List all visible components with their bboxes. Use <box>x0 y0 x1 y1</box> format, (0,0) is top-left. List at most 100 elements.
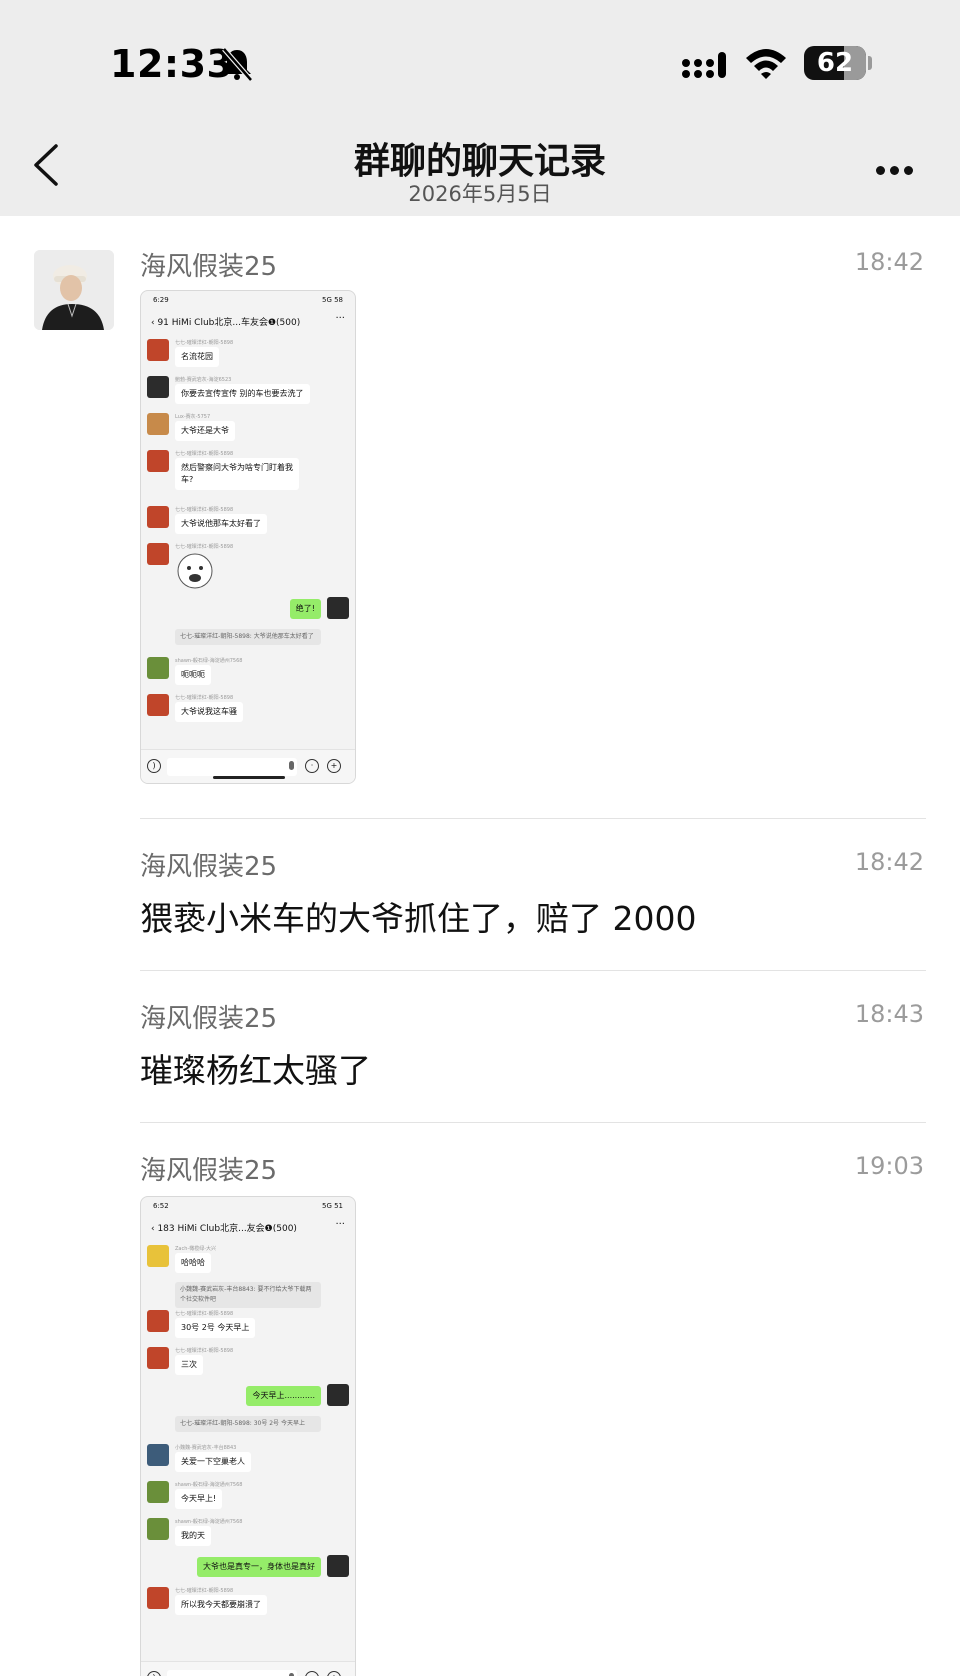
thumb-self-avatar <box>327 1555 349 1577</box>
thumb-status-bar: 6:29 5G 58 <box>141 291 355 309</box>
thumb-member-name: 七七-璀璨洋红-朝阳-5898 <box>175 340 234 346</box>
battery-tip <box>868 56 872 70</box>
thumb-member-avatar <box>147 1444 169 1466</box>
thumb-plus-icon: + <box>327 759 341 773</box>
thumb-message-bubble: 我的天 <box>175 1526 211 1546</box>
thumb-message-bubble: 大爷说我这车骚 <box>175 702 243 722</box>
message-time: 18:42 <box>854 848 924 876</box>
thumb-more-icon: ··· <box>335 313 345 324</box>
thumb-self-avatar <box>327 1384 349 1406</box>
thumb-chat-header: ‹ 183 HiMi Club北京...友会❶(500) ··· <box>141 1215 355 1241</box>
message-time: 18:42 <box>854 248 924 276</box>
thumb-chat-title: HiMi Club北京...车友会❶(500) <box>171 318 301 328</box>
thumb-member-avatar <box>147 1518 169 1540</box>
cellular-signal-icon <box>682 52 726 78</box>
thumb-member-name: 鲍勃-赛武岩灰-海淀6523 <box>175 377 232 383</box>
thumb-message-bubble: 名流花园 <box>175 347 219 367</box>
thumb-quote: 小魏魏-赛武岩灰-丰台8843: 要不行给大爷下载两个社交软件吧 <box>175 1282 321 1308</box>
thumb-input-field <box>167 758 297 776</box>
thumb-message-bubble: 关爱一下空巢老人 <box>175 1452 251 1472</box>
thumb-message-bubble: 今天早上! <box>175 1489 223 1509</box>
thumb-member-avatar <box>147 506 169 528</box>
thumb-member-avatar <box>147 694 169 716</box>
thumb-member-name: 七七-璀璨洋红-朝阳-5898 <box>175 695 234 701</box>
thumb-message-bubble: 大爷说他那车太好看了 <box>175 514 267 534</box>
thumb-member-name: 七七-璀璨洋红-朝阳-5898 <box>175 1348 234 1354</box>
thumb-member-name: 七七-璀璨洋红-朝阳-5898 <box>175 1588 234 1594</box>
message-divider <box>140 970 926 971</box>
thumb-voice-icon: ) <box>147 1671 161 1676</box>
thumb-member-name: shawn-毅石绿-海淀通州7568 <box>175 658 243 664</box>
thumb-quote: 七七-璀璨洋红-朝阳-5898: 大爷说他那车太好看了 <box>175 629 321 645</box>
thumb-chat-title: HiMi Club北京...友会❶(500) <box>177 1224 297 1234</box>
thumb-member-name: 七七-璀璨洋红-朝阳-5898 <box>175 451 234 457</box>
wifi-icon <box>746 49 786 79</box>
sender-name: 海风假装25 <box>140 1004 278 1034</box>
thumb-member-avatar <box>147 450 169 472</box>
thumb-plus-icon: + <box>327 1671 341 1676</box>
thumb-member-avatar <box>147 413 169 435</box>
thumb-message-bubble: 你要去宣传宣传 别的车也要去洗了 <box>175 384 310 404</box>
thumb-member-avatar <box>147 1310 169 1332</box>
thumb-status-right: 5G 51 <box>321 1202 343 1210</box>
thumb-message-bubble: 哈哈哈 <box>175 1253 211 1273</box>
thumb-message-bubble: 30号 2号 今天早上 <box>175 1318 256 1338</box>
thumb-message-bubble: 三次 <box>175 1355 203 1375</box>
thumb-message-bubble: 所以我今天都要崩溃了 <box>175 1595 267 1615</box>
thumb-member-name: Zach-橄榄绿-大兴 <box>175 1246 217 1252</box>
thumb-quote: 七七-璀璨洋红-朝阳-5898: 30号 2号 今天早上 <box>175 1416 321 1432</box>
thumb-emoji-icon: · <box>305 759 319 773</box>
message-text: 璀璨杨红太骚了 <box>140 1051 371 1090</box>
thumb-status-time: 6:29 <box>153 296 169 304</box>
thumb-more-icon: ··· <box>335 1219 345 1230</box>
thumb-member-avatar <box>147 1481 169 1503</box>
battery-indicator: 62 <box>804 46 866 80</box>
thumb-member-name: Lux-赛灰-5757 <box>175 414 211 420</box>
avatar[interactable] <box>34 250 114 330</box>
thumb-status-time: 6:52 <box>153 1202 169 1210</box>
thumb-self-bubble: 绝了! <box>289 599 321 619</box>
thumb-message-bubble: 然后警察问大爷为啥专门盯着我 车? <box>175 458 299 490</box>
thumb-chat-header: ‹ 91 HiMi Club北京...车友会❶(500) ··· <box>141 309 355 335</box>
thumb-member-name: shawn-毅石绿-海淀通州7568 <box>175 1482 243 1488</box>
thumb-member-avatar <box>147 1587 169 1609</box>
thumb-status-right: 5G 58 <box>321 296 343 304</box>
thumb-mic-icon <box>289 761 294 770</box>
sender-name: 海风假装25 <box>140 252 278 282</box>
thumb-bubble-line: 然后警察问大爷为啥专门盯着我 <box>181 463 293 472</box>
message-divider <box>140 818 926 819</box>
battery-level: 62 <box>816 48 854 78</box>
thumb-member-name: 七七-璀璨洋红-朝阳-5898 <box>175 1311 234 1317</box>
message-time: 19:03 <box>854 1152 924 1180</box>
more-options-icon[interactable] <box>876 160 920 175</box>
thumb-member-avatar <box>147 1347 169 1369</box>
sender-name: 海风假装25 <box>140 852 278 882</box>
message-text: 猥亵小米车的大爷抓住了，赔了 2000 <box>140 899 697 938</box>
thumb-member-avatar <box>147 543 169 565</box>
message-time: 18:43 <box>854 1000 924 1028</box>
sender-name: 海风假装25 <box>140 1156 278 1186</box>
thumb-self-avatar <box>327 597 349 619</box>
bell-muted-icon <box>222 47 253 82</box>
thumb-voice-icon: ) <box>147 759 161 773</box>
thumb-member-avatar <box>147 657 169 679</box>
page-title: 群聊的聊天记录 <box>353 141 606 182</box>
thumb-member-avatar <box>147 376 169 398</box>
thumb-sticker <box>177 553 213 589</box>
shared-screenshot[interactable]: 6:52 5G 51 ‹ 183 HiMi Club北京...友会❶(500) ···… <box>140 1196 356 1676</box>
thumb-self-bubble: 大爷也是真专一，身体也是真好 <box>197 1557 321 1577</box>
avatar-image <box>34 250 114 330</box>
thumb-member-avatar <box>147 1245 169 1267</box>
thumb-member-name: 七七-璀璨洋红-朝阳-5898 <box>175 544 234 550</box>
thumb-status-bar: 6:52 5G 51 <box>141 1197 355 1215</box>
thumb-input-field <box>167 1670 297 1676</box>
thumb-member-name: 小魏魏-赛武岩灰-丰台8843 <box>175 1445 237 1451</box>
thumb-bubble-line: 车? <box>181 475 194 484</box>
shared-screenshot[interactable]: 6:29 5G 58 ‹ 91 HiMi Club北京...车友会❶(500) ···… <box>140 290 356 784</box>
thumb-input-bar: ) · + <box>141 749 355 783</box>
thumb-message-bubble: 呃呃呃 <box>175 665 211 685</box>
thumb-member-name: 七七-璀璨洋红-朝阳-5898 <box>175 507 234 513</box>
thumb-back-count: ‹ 91 <box>151 318 172 328</box>
status-time: 12:33 <box>110 42 234 86</box>
thumb-member-name: shawn-毅石绿-海淀通州7568 <box>175 1519 243 1525</box>
